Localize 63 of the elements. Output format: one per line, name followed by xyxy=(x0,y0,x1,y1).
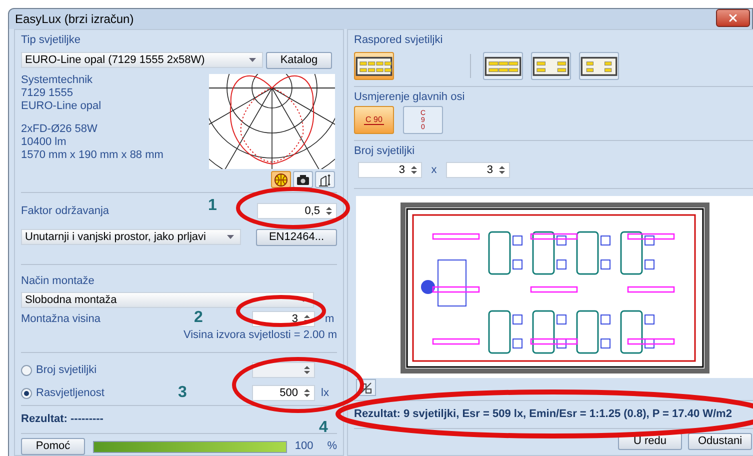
spin-arrows-icon[interactable] xyxy=(302,364,312,376)
spin-arrows-icon[interactable] xyxy=(324,205,334,217)
multiply-sign: x xyxy=(430,164,438,176)
result-text: Rezultat: 9 svjetiljki, Esr = 509 lx, Emin/Esr = 1:1.25 (0.8), P = 17.40 W/m2 xyxy=(354,408,733,421)
layout-option-button[interactable] xyxy=(579,52,619,80)
close-button[interactable] xyxy=(716,9,750,27)
column-count-field[interactable]: 3 xyxy=(358,162,422,178)
luminaire-info: 2xFD-Ø26 58W xyxy=(21,123,98,136)
annotation-number: 3 xyxy=(178,385,187,401)
section-title: Broj svjetiljki xyxy=(354,145,416,158)
diagram-view-button[interactable] xyxy=(293,171,313,188)
spin-arrows-icon[interactable] xyxy=(302,387,312,399)
window-title: EasyLux (brzi izračun) xyxy=(15,11,134,28)
mounting-select[interactable]: Slobodna montaža xyxy=(21,292,314,308)
dialog-button[interactable]: Odustani xyxy=(688,433,752,450)
progress-reading: 100 xyxy=(294,440,314,453)
orientation-button[interactable]: C 90 xyxy=(354,106,394,134)
unit-label: m xyxy=(325,312,336,326)
layout-option-button[interactable] xyxy=(531,52,571,80)
spin-arrows-icon[interactable] xyxy=(497,164,507,176)
row-count-field[interactable]: 3 xyxy=(446,162,510,178)
help-button[interactable]: Pomoć xyxy=(21,438,85,455)
globe-icon xyxy=(274,172,288,186)
measure-icon xyxy=(318,172,332,186)
close-icon xyxy=(727,12,739,24)
radio-button[interactable] xyxy=(21,364,32,376)
caret-icon xyxy=(249,58,256,62)
section-title: Tip svjetiljke xyxy=(21,34,82,47)
spin-arrows-icon[interactable] xyxy=(409,164,419,176)
maintenance-factor-field[interactable]: 0,5 xyxy=(257,203,337,219)
luminaire-info: Systemtechnik xyxy=(21,74,94,87)
unit-label: % xyxy=(327,440,337,453)
mode-value-field[interactable]: 500 xyxy=(252,385,315,401)
radio-label: Rasvjetljenost xyxy=(36,386,104,400)
annotation-number: 4 xyxy=(319,420,328,436)
field-label: Montažna visina xyxy=(21,312,100,326)
section-title: Način montaže xyxy=(21,275,96,288)
environment-select[interactable]: Unutarnji i vanjski prostor, jako prljavi xyxy=(21,229,241,245)
field-label: Faktor održavanja xyxy=(21,204,110,218)
luminaire-info: 7129 1555 xyxy=(21,87,74,100)
section-title: Raspored svjetiljki xyxy=(354,34,444,47)
annotation-number: 1 xyxy=(208,198,217,214)
mode-value-field[interactable] xyxy=(252,362,315,378)
cube-slash-icon xyxy=(360,382,372,394)
unit-label: lx xyxy=(321,386,330,400)
result-text: Rezultat: --------- xyxy=(21,413,104,426)
luminaire-info: EURO-Line opal xyxy=(21,100,102,113)
caret-icon xyxy=(300,298,307,302)
luminaire-select[interactable]: EURO-Line opal (7129 1555 2x58W) xyxy=(21,52,263,68)
catalog-button[interactable]: Katalog xyxy=(266,52,332,69)
luminaire-info: 1570 mm x 190 mm x 88 mm xyxy=(21,149,164,162)
section-title: Usmjerenje glavnih osi xyxy=(354,91,466,104)
standard-button[interactable]: EN12464... xyxy=(256,229,337,246)
radio-button[interactable] xyxy=(21,388,32,398)
light-source-height-note: Visina izvora svjetlosti = 2.00 m xyxy=(183,329,337,342)
layout-option-button[interactable] xyxy=(483,52,523,80)
luminaire-info: 10400 lm xyxy=(21,136,68,149)
annotation-number: 2 xyxy=(194,310,203,326)
diagram-view-button[interactable] xyxy=(315,171,335,188)
radio-label: Broj svjetiljki xyxy=(36,364,97,376)
layout-option-button[interactable] xyxy=(354,52,394,80)
camera-icon xyxy=(296,172,310,186)
caret-icon xyxy=(227,235,234,239)
